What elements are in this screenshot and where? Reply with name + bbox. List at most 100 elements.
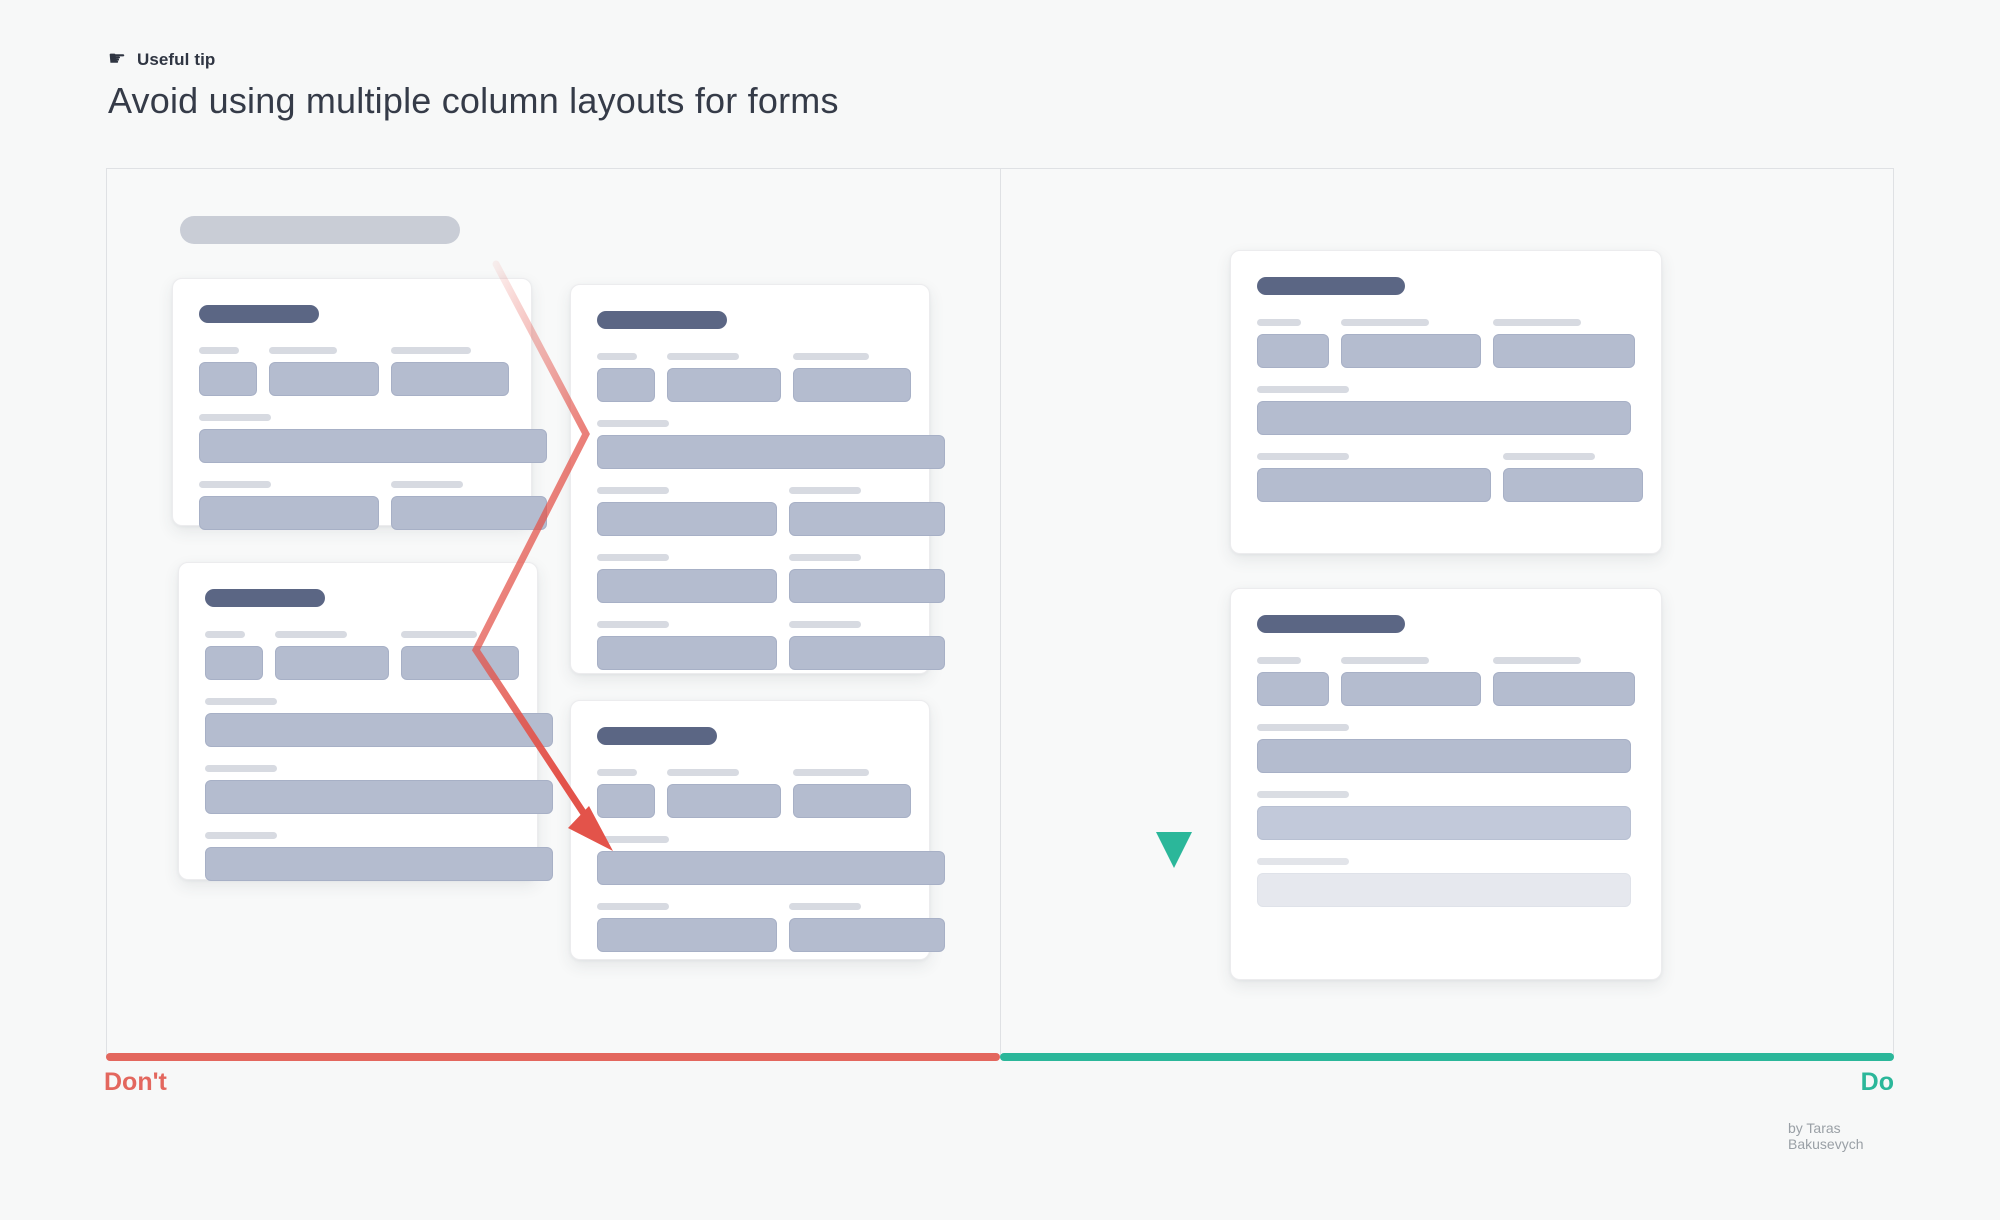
field-label-placeholder — [199, 481, 271, 488]
field-label-placeholder — [789, 487, 861, 494]
field-input-placeholder[interactable] — [401, 646, 519, 680]
field-input-placeholder[interactable] — [1257, 806, 1631, 840]
field-label-placeholder — [205, 832, 277, 839]
field-input-placeholder[interactable] — [793, 784, 911, 818]
field-label-placeholder — [205, 765, 277, 772]
form-field — [205, 832, 553, 881]
field-label-placeholder — [1493, 657, 1581, 664]
form-field — [1503, 453, 1643, 502]
dont-verdict-label: Don't — [104, 1068, 167, 1096]
field-input-placeholder[interactable] — [597, 569, 777, 603]
field-input-placeholder[interactable] — [199, 496, 379, 530]
field-label-placeholder — [1257, 791, 1349, 798]
form-field — [1341, 319, 1481, 368]
field-input-placeholder[interactable] — [1257, 401, 1631, 435]
form-field — [789, 554, 945, 603]
form-field-row — [597, 487, 945, 536]
form-field — [789, 487, 945, 536]
form-field — [1257, 319, 1329, 368]
field-input-placeholder[interactable] — [1257, 873, 1631, 907]
field-input-placeholder[interactable] — [205, 780, 553, 814]
field-label-placeholder — [205, 698, 277, 705]
field-input-placeholder[interactable] — [789, 569, 945, 603]
field-label-placeholder — [597, 353, 637, 360]
field-label-placeholder — [597, 903, 669, 910]
field-label-placeholder — [1257, 453, 1349, 460]
field-label-placeholder — [1493, 319, 1581, 326]
form-field — [789, 621, 945, 670]
card-title-placeholder — [199, 305, 319, 323]
form-field — [1257, 791, 1631, 840]
field-input-placeholder[interactable] — [1257, 334, 1329, 368]
field-label-placeholder — [1341, 657, 1429, 664]
field-input-placeholder[interactable] — [205, 847, 553, 881]
form-field-row — [1257, 791, 1635, 840]
field-input-placeholder[interactable] — [391, 362, 509, 396]
ghost-page-header-bar — [180, 216, 460, 244]
field-input-placeholder[interactable] — [597, 851, 945, 885]
field-input-placeholder[interactable] — [1341, 334, 1481, 368]
field-input-placeholder[interactable] — [1493, 334, 1635, 368]
field-input-placeholder[interactable] — [1493, 672, 1635, 706]
do-card-bottom — [1230, 588, 1662, 980]
dont-accent-rule — [106, 1053, 1000, 1061]
card-title-placeholder — [597, 727, 717, 745]
field-label-placeholder — [1257, 657, 1301, 664]
field-input-placeholder[interactable] — [667, 368, 781, 402]
field-label-placeholder — [789, 903, 861, 910]
page-header: ☛ Useful tip Avoid using multiple column… — [108, 49, 839, 122]
form-field — [793, 769, 911, 818]
field-input-placeholder[interactable] — [789, 502, 945, 536]
field-label-placeholder — [401, 631, 477, 638]
form-field-row — [597, 769, 911, 818]
field-input-placeholder[interactable] — [1341, 672, 1481, 706]
field-input-placeholder[interactable] — [199, 362, 257, 396]
field-label-placeholder — [597, 621, 669, 628]
field-input-placeholder[interactable] — [205, 713, 553, 747]
field-input-placeholder[interactable] — [597, 636, 777, 670]
field-input-placeholder[interactable] — [597, 502, 777, 536]
field-input-placeholder[interactable] — [1503, 468, 1643, 502]
field-label-placeholder — [667, 769, 739, 776]
page-title: Avoid using multiple column layouts for … — [108, 80, 839, 121]
form-field — [205, 631, 263, 680]
field-input-placeholder[interactable] — [667, 784, 781, 818]
form-field — [1257, 724, 1631, 773]
do-accent-rule — [1000, 1053, 1894, 1061]
field-input-placeholder[interactable] — [199, 429, 547, 463]
field-input-placeholder[interactable] — [1257, 468, 1491, 502]
card-title-placeholder — [1257, 277, 1405, 295]
form-field — [1493, 657, 1635, 706]
field-input-placeholder[interactable] — [275, 646, 389, 680]
form-field — [199, 414, 547, 463]
form-field — [597, 836, 945, 885]
field-input-placeholder[interactable] — [597, 918, 777, 952]
field-label-placeholder — [597, 554, 669, 561]
field-input-placeholder[interactable] — [789, 636, 945, 670]
field-label-placeholder — [1341, 319, 1429, 326]
field-label-placeholder — [199, 414, 271, 421]
field-label-placeholder — [269, 347, 337, 354]
field-label-placeholder — [793, 353, 869, 360]
field-input-placeholder[interactable] — [269, 362, 379, 396]
field-input-placeholder[interactable] — [205, 646, 263, 680]
field-input-placeholder[interactable] — [1257, 739, 1631, 773]
tip-kicker-label: Useful tip — [136, 50, 216, 69]
field-input-placeholder[interactable] — [1257, 672, 1329, 706]
field-label-placeholder — [1257, 319, 1301, 326]
field-input-placeholder[interactable] — [789, 918, 945, 952]
form-field — [1257, 657, 1329, 706]
form-field — [391, 481, 547, 530]
card-title-placeholder — [597, 311, 727, 329]
field-input-placeholder[interactable] — [597, 435, 945, 469]
form-field — [597, 554, 777, 603]
field-label-placeholder — [793, 769, 869, 776]
field-input-placeholder[interactable] — [597, 368, 655, 402]
field-label-placeholder — [199, 347, 239, 354]
form-field — [205, 698, 553, 747]
field-input-placeholder[interactable] — [793, 368, 911, 402]
form-field-row — [205, 765, 553, 814]
field-input-placeholder[interactable] — [597, 784, 655, 818]
field-label-placeholder — [1257, 858, 1349, 865]
field-input-placeholder[interactable] — [391, 496, 547, 530]
